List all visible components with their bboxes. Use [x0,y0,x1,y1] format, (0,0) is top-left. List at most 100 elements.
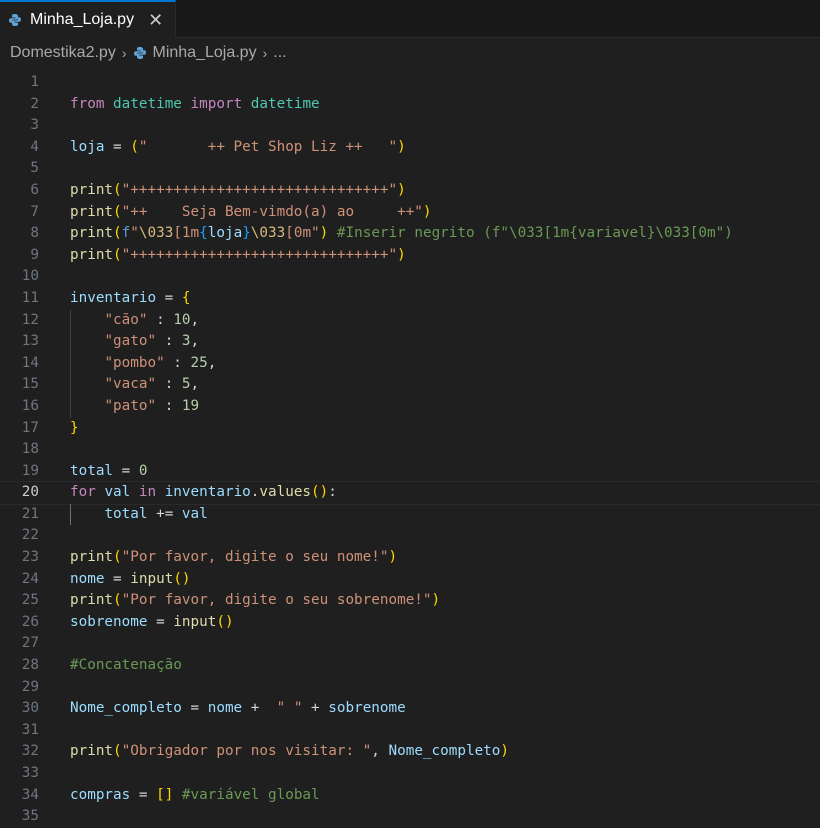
code-line[interactable]: 26 sobrenome = input() [0,612,820,634]
code-line[interactable]: 7 print("++ Seja Bem-vimdo(a) ao ++") [0,202,820,224]
line-number: 2 [30,95,39,112]
line-number: 33 [21,765,39,781]
code-line[interactable]: 29 [0,677,820,699]
line-number: 5 [30,160,39,177]
breadcrumb-folder[interactable]: Domestika2.py [10,44,116,62]
line-number: 11 [21,289,39,306]
line-number: 17 [21,419,39,436]
code-text: #Concatenação [70,657,182,674]
line-number: 13 [21,333,39,350]
line-number: 24 [21,570,39,587]
code-line[interactable]: 5 [0,158,820,180]
chevron-right-icon: › [262,45,268,61]
tab-label: Minha_Loja.py [30,11,135,28]
line-number: 26 [21,613,39,630]
code-line[interactable]: 9 print("++++++++++++++++++++++++++++++") [0,245,820,267]
code-text: loja = (" ++ Pet Shop Liz ++ ") [70,138,406,155]
code-line[interactable]: 10 [0,266,820,288]
line-number: 14 [21,354,39,371]
line-number: 3 [30,117,39,134]
code-line[interactable]: 18 [0,439,820,461]
code-text: from datetime import datetime [70,95,320,112]
line-number: 18 [21,441,39,458]
code-text: "pombo" : 25, [104,354,217,371]
code-line[interactable]: 30 Nome_completo = nome + " " + sobrenome [0,698,820,720]
chevron-right-icon: › [121,45,127,61]
line-number: 15 [21,376,39,393]
code-line[interactable]: 3 [0,115,820,137]
code-text: "pato" : 19 [104,397,200,414]
breadcrumb-more[interactable]: ... [273,44,286,62]
line-number: 22 [21,527,39,544]
breadcrumb-file[interactable]: Minha_Loja.py [153,44,257,62]
line-number: 10 [21,268,39,285]
code-editor[interactable]: 1 2 from datetime import datetime 3 4 loja… [0,72,820,828]
code-text: "vaca" : 5, [104,376,200,393]
python-file-icon [9,14,21,26]
code-text: nome = input() [70,570,191,587]
code-line-current[interactable]: 20 for val in inventario.values(): [0,481,820,505]
code-line[interactable]: 1 [0,72,820,94]
close-icon[interactable]: ✕ [148,11,163,29]
code-line[interactable]: 35 [0,806,820,828]
code-line[interactable]: 28 #Concatenação [0,655,820,677]
code-line[interactable]: 6 print("++++++++++++++++++++++++++++++") [0,180,820,202]
code-text: print("++ Seja Bem-vimdo(a) ao ++") [70,203,432,220]
code-text: print("++++++++++++++++++++++++++++++") [70,246,406,263]
line-number: 27 [21,635,39,652]
code-line[interactable]: 22 [0,525,820,547]
line-number: 31 [21,721,39,738]
code-text: for val in inventario.values(): [70,484,337,501]
code-line[interactable]: 13 "gato" : 3, [0,331,820,353]
code-text: inventario = { [70,289,191,306]
line-number: 9 [30,246,39,263]
code-line[interactable]: 8 print(f"\033[1m{loja}\033[0m") #Inserir… [0,223,820,245]
code-line[interactable]: 4 loja = (" ++ Pet Shop Liz ++ ") [0,137,820,159]
code-line[interactable]: 11 inventario = { [0,288,820,310]
line-number: 19 [21,462,39,479]
tab-minha-loja[interactable]: Minha_Loja.py ✕ [0,0,177,38]
tab-bar: Minha_Loja.py ✕ [0,0,820,38]
code-text: print("Obrigador por nos visitar: ", Nom… [70,743,510,760]
code-text: "gato" : 3, [104,333,200,350]
code-text: "cão" : 10, [104,311,200,328]
line-number: 35 [21,808,39,825]
code-text: total += val [104,505,208,522]
breadcrumb: Domestika2.py › Minha_Loja.py › ... [0,38,820,68]
code-line[interactable]: 27 [0,633,820,655]
code-line[interactable]: 16 "pato" : 19 [0,395,820,418]
code-line[interactable]: 24 nome = input() [0,569,820,591]
code-line[interactable]: 14 "pombo" : 25, [0,352,820,375]
code-text: print(f"\033[1m{loja}\033[0m") #Inserir … [70,225,733,242]
code-line[interactable]: 33 [0,763,820,785]
code-text: print("++++++++++++++++++++++++++++++") [70,181,406,198]
line-number: 32 [21,743,39,760]
code-line[interactable]: 15 "vaca" : 5, [0,374,820,396]
code-line[interactable]: 17} [0,418,820,440]
line-number: 6 [30,181,39,198]
code-line[interactable]: 31 [0,720,820,742]
code-line[interactable]: 34 compras = [] #variável global [0,785,820,807]
code-line[interactable]: 32 print("Obrigador por nos visitar: ", N… [0,741,820,763]
line-number: 25 [21,592,39,609]
code-text: print("Por favor, digite o seu sobrenome… [70,592,441,609]
code-line[interactable]: 21 total += val [0,503,820,526]
code-text: sobrenome = input() [70,613,234,630]
code-line[interactable]: 23 print("Por favor, digite o seu nome!") [0,547,820,569]
line-number: 28 [21,657,39,674]
line-number: 7 [30,203,39,220]
line-number: 16 [21,397,39,414]
code-line[interactable]: 19 total = 0 [0,461,820,483]
line-number: 34 [21,786,39,803]
line-number: 1 [30,74,39,90]
line-number: 30 [21,700,39,717]
code-line[interactable]: 25 print("Por favor, digite o seu sobreno… [0,590,820,612]
line-number: 21 [21,505,39,522]
code-line[interactable]: 2 from datetime import datetime [0,94,820,116]
line-number: 20 [21,484,39,501]
line-number: 8 [30,225,39,242]
code-text: compras = [] #variável global [70,786,320,803]
line-number: 29 [21,678,39,695]
code-line[interactable]: 12 "cão" : 10, [0,309,820,332]
code-text: print("Por favor, digite o seu nome!") [70,549,398,566]
